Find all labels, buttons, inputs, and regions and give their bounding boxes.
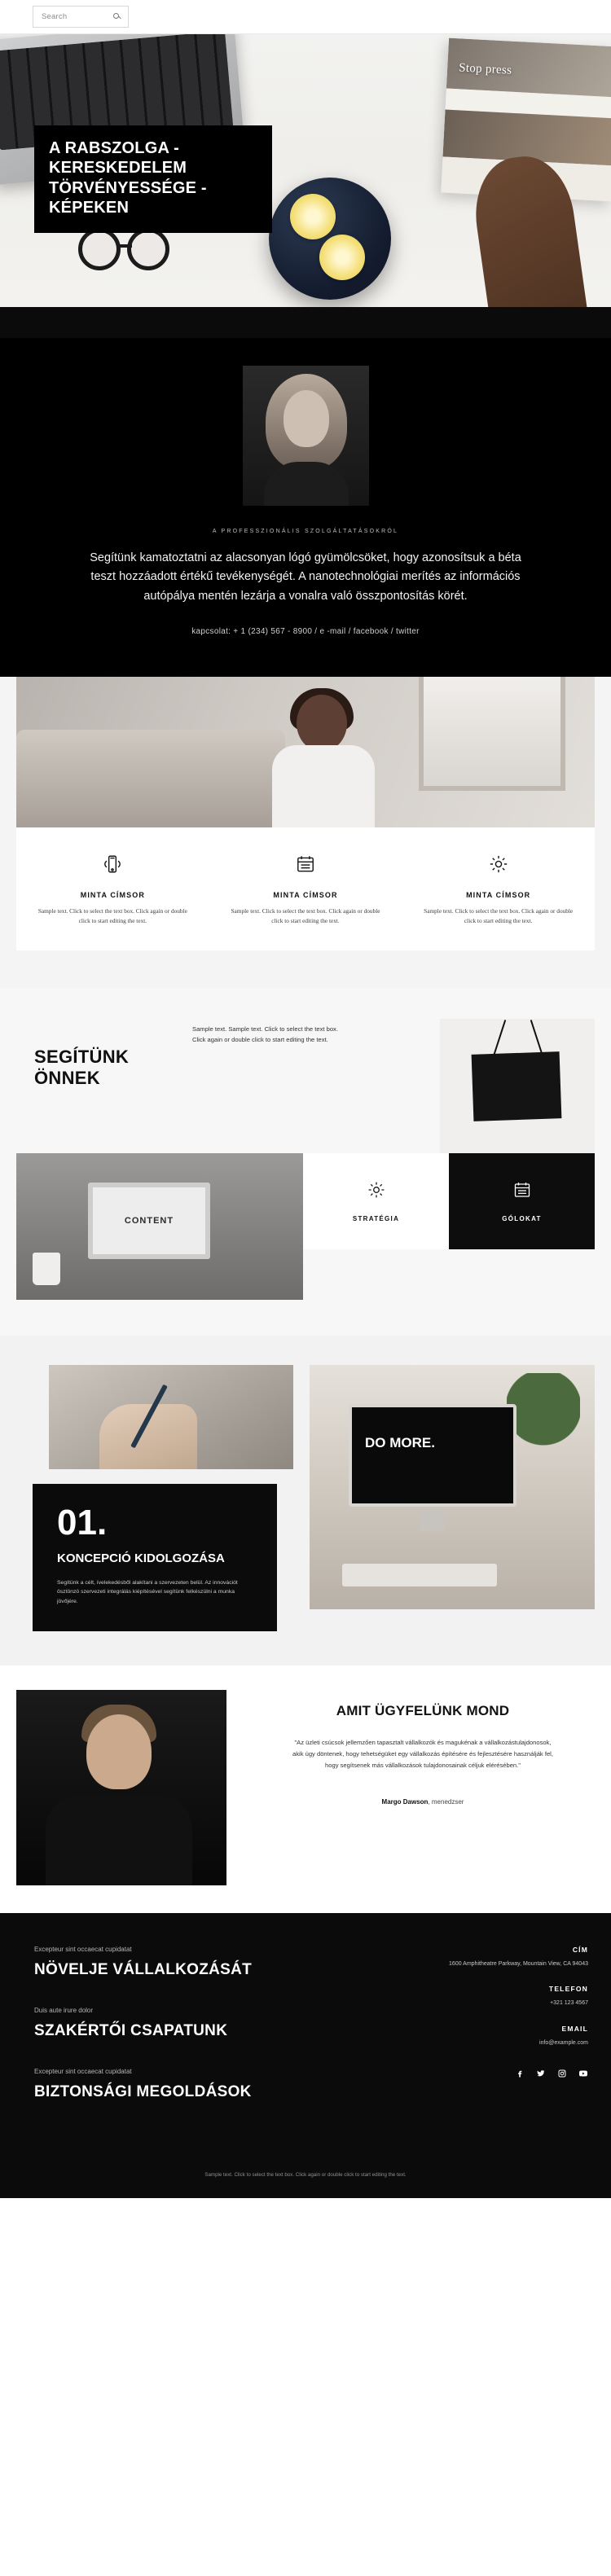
lemon-slice-icon — [290, 194, 336, 239]
testimonial-author: Margo Dawson, menedzser — [251, 1798, 595, 1806]
laptop-screen-label: CONTENT — [124, 1216, 174, 1227]
author-role: , menedzser — [428, 1798, 464, 1806]
intro-contact-line[interactable]: kapcsolat: + 1 (234) 567 - 8900 / e -mai… — [0, 627, 611, 636]
concept-card: 01. KONCEPCIÓ KIDOLGOZÁSA Segítünk a cél… — [33, 1484, 277, 1632]
youtube-icon[interactable] — [578, 2069, 588, 2079]
help-text: Sample text. Sample text. Click to selec… — [192, 1025, 338, 1044]
feature-card-title: MINTA CÍMSOR — [80, 891, 145, 900]
address-title: CÍM — [572, 1946, 588, 1955]
phone-title: TELEFON — [548, 1985, 588, 1994]
help-section: SEGÍTÜNK ÖNNEK Sample text. Sample text.… — [0, 988, 611, 1336]
intro-eyebrow: A PROFESSZIONÁLIS SZOLGÁLTATÁSOKRÓL — [212, 529, 399, 534]
lemon-slice-icon — [319, 235, 365, 280]
footer-block-title: NÖVELJE VÁLLALKOZÁSÁT — [34, 1961, 253, 1979]
feature-card[interactable]: MINTA CÍMSOR Sample text. Click to selec… — [16, 849, 209, 926]
intro-section: A PROFESSZIONÁLIS SZOLGÁLTATÁSOKRÓL Segí… — [0, 338, 611, 678]
feature-card-text: Sample text. Click to select the text bo… — [231, 907, 380, 925]
social-links — [440, 2069, 588, 2079]
facebook-icon[interactable] — [514, 2069, 525, 2079]
footer-block-title: SZAKÉRTŐI CSAPATUNK — [34, 2022, 228, 2040]
author-name: Margo Dawson — [381, 1798, 429, 1806]
concept-text: Segítünk a célt, ívelekedésből alakítani… — [57, 1579, 238, 1605]
hero-bottom-strip — [0, 307, 611, 338]
footer-block-subtitle: Duis aute irure dolor — [34, 2007, 94, 2015]
gear-icon — [418, 849, 578, 880]
phone-text[interactable]: +321 123 4567 — [440, 1999, 588, 2008]
footer-bottom-text: Sample text. Click to select the text bo… — [204, 2172, 407, 2179]
search-icon[interactable] — [113, 12, 121, 21]
testimonial-heading: AMIT ÜGYFELÜNK MOND — [336, 1703, 510, 1719]
twitter-icon[interactable] — [535, 2069, 546, 2079]
concept-number: 01. — [57, 1503, 108, 1543]
tile-strategy[interactable]: STRATÉGIA — [303, 1153, 449, 1250]
footer-block[interactable]: Excepteur sint occaecat cupidatat NÖVELJ… — [34, 1946, 391, 1979]
writing-photo — [49, 1365, 293, 1470]
intro-lead-text: Segítünk kamatoztatni az alacsonyan lógó… — [90, 551, 521, 603]
features-section: MINTA CÍMSOR Sample text. Click to selec… — [0, 677, 611, 989]
mobile-signal-icon — [33, 849, 193, 880]
feature-card[interactable]: MINTA CÍMSOR Sample text. Click to selec… — [402, 849, 595, 926]
footer-block-subtitle: Excepteur sint occaecat cupidatat — [34, 1946, 132, 1954]
concept-section: 01. KONCEPCIÓ KIDOLGOZÁSA Segítünk a cél… — [0, 1336, 611, 1666]
portrait-image — [242, 366, 369, 506]
testimonial-quote: "Az üzleti csúcsok jellemzően tapasztalt… — [292, 1739, 553, 1769]
address-text: 1600 Amphitheatre Parkway, Mountain View… — [449, 1961, 588, 1968]
tile-goals[interactable]: GÓLOKAT — [449, 1153, 595, 1250]
footer-block-title: BIZTONSÁGI MEGOLDÁSOK — [34, 2083, 252, 2101]
price-tag-photo — [440, 1019, 595, 1154]
calendar-icon — [226, 849, 386, 880]
tile-label: GÓLOKAT — [502, 1215, 542, 1223]
feature-photo — [16, 677, 595, 828]
magazine-headline: Stop press — [458, 61, 512, 77]
testimonial-section: AMIT ÜGYFELÜNK MOND "Az üzleti csúcsok j… — [0, 1665, 611, 1914]
concept-title: KONCEPCIÓ KIDOLGOZÁSA — [57, 1551, 225, 1566]
footer-block[interactable]: Excepteur sint occaecat cupidatat BIZTON… — [34, 2068, 391, 2101]
email-title: EMAIL — [561, 2024, 588, 2033]
search-input[interactable]: Search — [33, 6, 129, 28]
gear-icon — [367, 1180, 386, 1204]
calendar-icon — [512, 1180, 532, 1204]
laptop-photo: CONTENT — [16, 1153, 303, 1301]
imac-screen-text: DO MORE. — [365, 1435, 435, 1451]
feature-card-title: MINTA CÍMSOR — [273, 891, 338, 900]
testimonial-portrait — [16, 1690, 226, 1886]
email-text[interactable]: info@example.com — [440, 2038, 588, 2047]
footer: Excepteur sint occaecat cupidatat NÖVELJ… — [0, 1913, 611, 2198]
top-bar: Search — [0, 0, 611, 34]
tile-label: STRATÉGIA — [352, 1215, 400, 1223]
feature-card[interactable]: MINTA CÍMSOR Sample text. Click to selec… — [209, 849, 402, 926]
footer-block[interactable]: Duis aute irure dolor SZAKÉRTŐI CSAPATUN… — [34, 2007, 391, 2040]
feature-card-text: Sample text. Click to select the text bo… — [37, 907, 187, 925]
help-heading: SEGÍTÜNK ÖNNEK — [34, 1047, 130, 1089]
instagram-icon[interactable] — [556, 2069, 567, 2079]
page-root: Search Stop press A RABSZOLGA - KERESKED… — [0, 0, 611, 2198]
feature-card-text: Sample text. Click to select the text bo… — [424, 907, 574, 925]
footer-block-subtitle: Excepteur sint occaecat cupidatat — [34, 2068, 132, 2076]
feature-card-title: MINTA CÍMSOR — [466, 891, 531, 900]
feature-cards: MINTA CÍMSOR Sample text. Click to selec… — [16, 827, 595, 951]
hero-section: Stop press A RABSZOLGA - KERESKEDELEM TÖ… — [0, 34, 611, 338]
hero-title: A RABSZOLGA - KERESKEDELEM TÖRVÉNYESSÉGE… — [34, 125, 272, 233]
search-placeholder: Search — [42, 12, 68, 21]
desk-imac-photo: DO MORE. — [310, 1365, 595, 1610]
